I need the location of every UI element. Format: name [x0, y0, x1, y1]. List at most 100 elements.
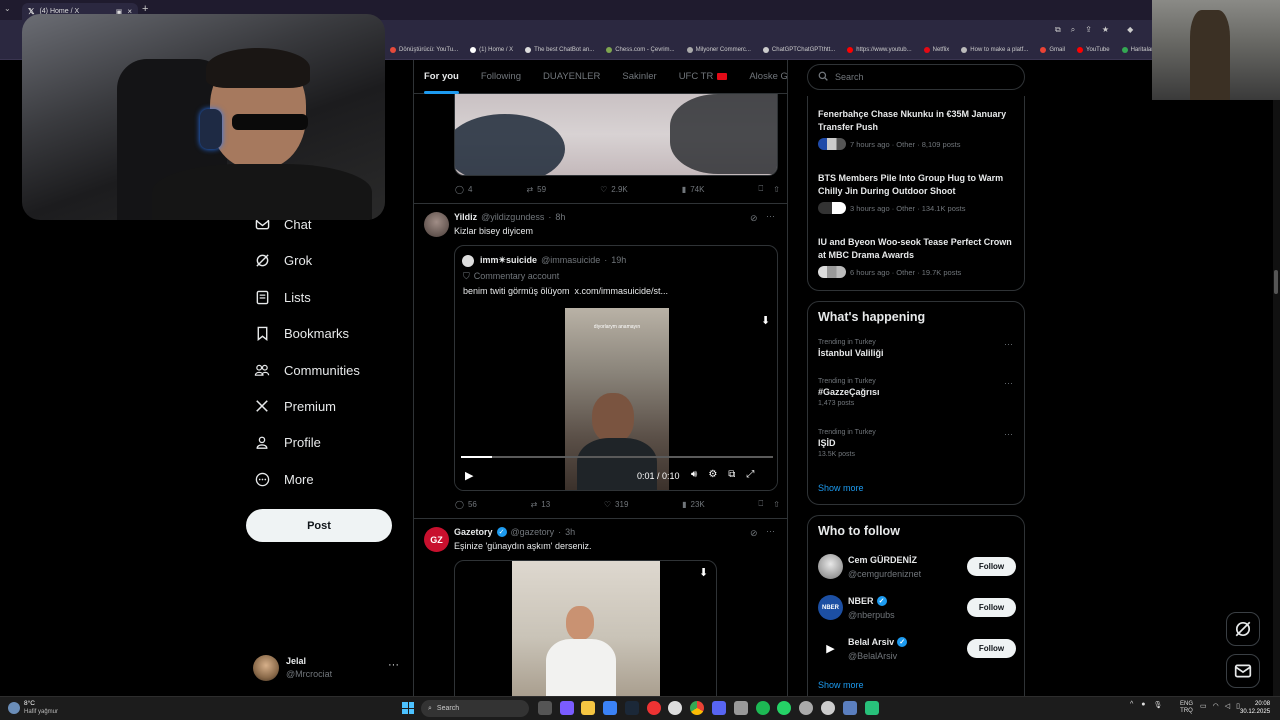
show-more-link[interactable]: Show more — [818, 483, 864, 493]
follow-button[interactable]: Follow — [967, 557, 1016, 576]
show-more-link[interactable]: Show more — [818, 680, 864, 690]
video-progress-track[interactable] — [461, 456, 773, 458]
tweet-author-handle[interactable]: @gazetory — [511, 527, 555, 537]
bookmark-item[interactable]: (1) Home / X — [470, 46, 513, 53]
trend-more-icon[interactable]: ··· — [1004, 378, 1013, 388]
app-icon[interactable] — [603, 701, 617, 715]
app-icon[interactable] — [865, 701, 879, 715]
grok-icon[interactable]: ⊘ — [750, 528, 758, 539]
trend-more-icon[interactable]: ··· — [1004, 339, 1013, 349]
tweet-media-image[interactable] — [454, 94, 778, 176]
follow-button[interactable]: Follow — [967, 639, 1016, 658]
avatar[interactable]: GZ — [424, 527, 449, 552]
download-icon[interactable]: ⬇ — [699, 566, 708, 579]
app-icon[interactable] — [560, 701, 574, 715]
app-icon[interactable] — [734, 701, 748, 715]
app-icon[interactable] — [821, 701, 835, 715]
tab-list-chevron-icon[interactable]: ⌄ — [4, 4, 16, 16]
tweet-author-name[interactable]: Yildiz — [454, 212, 477, 222]
language-indicator[interactable]: ENG TRQ — [1180, 701, 1193, 715]
pip-icon[interactable]: ⧉ — [728, 469, 735, 480]
news-item[interactable]: Fenerbahçe Chase Nkunku in €35M January … — [818, 108, 1018, 150]
tab-following[interactable]: Following — [481, 60, 521, 94]
discord-icon[interactable] — [712, 701, 726, 715]
trend-item[interactable]: Trending in Turkey İstanbul Valiliği ··· — [818, 339, 1018, 369]
tab-duayenler[interactable]: DUAYENLER — [543, 60, 600, 94]
start-button[interactable] — [402, 702, 414, 714]
grok-icon[interactable]: ⊘ — [750, 213, 758, 224]
bookmark-item[interactable]: YouTube — [1077, 46, 1110, 53]
app-icon[interactable] — [668, 701, 682, 715]
share-icon[interactable]: ⇧ — [773, 185, 780, 194]
search-field[interactable]: Search — [807, 64, 1025, 90]
taskview-icon[interactable] — [538, 701, 552, 715]
weather-widget[interactable]: 8°C Hafif yağmur — [8, 700, 58, 716]
tweet-author-name[interactable]: Gazetory — [454, 527, 493, 537]
bookmark-item[interactable]: ChatGPTChatGPTthtt... — [762, 46, 835, 53]
nav-item-lists[interactable]: Lists — [254, 284, 311, 310]
nav-item-profile[interactable]: Profile — [254, 429, 321, 455]
reply-button[interactable]: ◯ 56 — [455, 499, 477, 509]
star-icon[interactable]: ★ — [1102, 25, 1109, 35]
grok-floating-button[interactable] — [1226, 612, 1260, 646]
app-icon[interactable] — [799, 701, 813, 715]
follow-suggestion[interactable]: ▶ Belal Arsiv ✓ @BelalArsiv Follow — [818, 635, 1018, 665]
tray-quick-icons[interactable]: ▭ ◠ ◁ ▯ — [1200, 702, 1240, 710]
quote-tweet[interactable]: imm✴suicide @immasuicide · 19h ⛉ Comment… — [454, 245, 778, 491]
nav-item-bookmarks[interactable]: Bookmarks — [254, 320, 349, 346]
like-button[interactable]: ♡ 2.9K — [600, 184, 628, 194]
whatsapp-icon[interactable] — [777, 701, 791, 715]
page-scrollbar[interactable] — [1273, 60, 1280, 696]
share-icon[interactable]: ⇧ — [773, 500, 780, 509]
tab-ufc-tr[interactable]: UFC TR — [679, 60, 728, 94]
follow-suggestion[interactable]: Cem GÜRDENİZ @cemgurdeniznet Follow — [818, 553, 1018, 583]
trend-more-icon[interactable]: ··· — [1004, 429, 1013, 439]
tray-mic-icon[interactable]: 🎙︎ — [1154, 701, 1163, 709]
bookmark-item[interactable]: Dönüştürücü: YouTu... — [390, 46, 458, 53]
tab-sakinler[interactable]: Sakinler — [622, 60, 656, 94]
news-item[interactable]: IU and Byeon Woo-seok Tease Perfect Crow… — [818, 236, 1018, 278]
tab-for-you[interactable]: For you — [424, 60, 459, 94]
tray-chevron-icon[interactable]: ^ — [1130, 701, 1133, 709]
repost-button[interactable]: ⇄ 59 — [526, 184, 546, 194]
settings-gear-icon[interactable]: ⚙ — [708, 469, 717, 480]
bookmark-icon[interactable]: ⎕ — [758, 184, 763, 194]
app-icon[interactable] — [647, 701, 661, 715]
spotify-icon[interactable] — [756, 701, 770, 715]
play-icon[interactable]: ▶ — [465, 469, 473, 482]
bookmark-item[interactable]: Haritalar — [1121, 46, 1153, 53]
tray-app-icon[interactable]: ● — [1141, 701, 1145, 709]
zoom-icon[interactable]: ⌕ — [1071, 25, 1075, 35]
fullscreen-icon[interactable]: ⤢ — [746, 469, 754, 480]
file-explorer-icon[interactable] — [581, 701, 595, 715]
bookmark-item[interactable]: The best ChatBot an... — [525, 46, 594, 53]
bookmark-item[interactable]: https://www.youtub... — [847, 46, 912, 53]
post-button[interactable]: Post — [246, 509, 392, 542]
app-icon[interactable] — [843, 701, 857, 715]
repost-button[interactable]: ⇄ 13 — [531, 499, 551, 509]
bookmark-item[interactable]: Milyoner Commerc... — [686, 46, 751, 53]
tweet-video[interactable]: ⬇ — [454, 560, 717, 696]
views-button[interactable]: ▮ 23K — [682, 499, 705, 509]
trend-item[interactable]: Trending in Turkey #GazzeÇağrısı 1,473 p… — [818, 378, 1018, 418]
tweet-time[interactable]: 3h — [565, 527, 575, 537]
avatar[interactable] — [424, 212, 449, 237]
nav-item-premium[interactable]: Premium — [254, 393, 336, 419]
tweet-time[interactable]: 8h — [555, 212, 565, 222]
reply-button[interactable]: ◯ 4 — [455, 184, 472, 194]
tweet-more-icon[interactable]: ··· — [766, 526, 775, 536]
scrollbar-thumb[interactable] — [1274, 270, 1278, 294]
account-switcher[interactable]: Jelal @Mrcrociat ··· — [253, 654, 403, 684]
volume-icon[interactable]: 🔊︎ — [691, 469, 697, 480]
bookmark-item[interactable]: Netflix — [923, 46, 949, 53]
bookmark-icon[interactable]: ⎕ — [758, 499, 763, 509]
account-more-icon[interactable]: ··· — [388, 659, 399, 671]
tweet-author-handle[interactable]: @yildizgundess — [481, 212, 544, 222]
chrome-icon[interactable] — [690, 701, 704, 715]
video-player[interactable]: diyorlarym anamayın ⬇ ▶ 0:01 / 0:10 🔊︎ ⚙… — [455, 306, 777, 490]
nav-item-grok[interactable]: Grok — [254, 247, 312, 273]
share-icon[interactable]: ⇪ — [1085, 25, 1092, 35]
news-item[interactable]: BTS Members Pile Into Group Hug to Warm … — [818, 172, 1018, 214]
tweet[interactable]: Yildiz @yildizgundess · 8h ⊘ ··· Kizlar … — [414, 204, 787, 518]
tweet-more-icon[interactable]: ··· — [766, 211, 775, 221]
